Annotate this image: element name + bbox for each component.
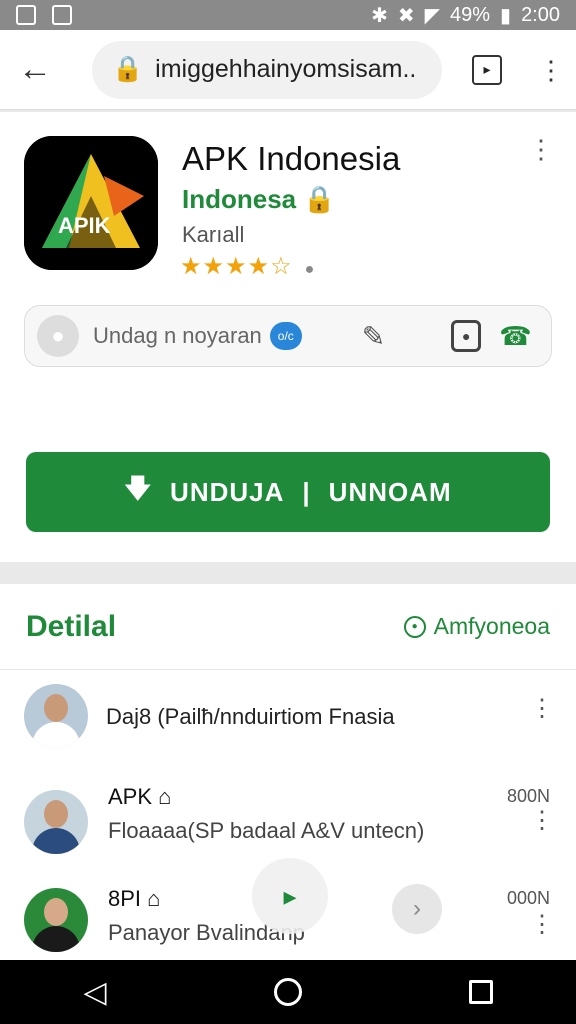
list-item-title-text: APK xyxy=(108,784,153,809)
developer-link[interactable]: Indonesa 🔒 xyxy=(182,184,336,215)
app-icon: APIK xyxy=(24,136,158,270)
list-item-title-text: 8PI xyxy=(108,886,142,911)
user-avatar-icon: ● xyxy=(37,315,79,357)
avatar xyxy=(24,684,88,748)
browser-toolbar: ← 🔒 imiggehhainyomsisam.. ▸ ⋮ xyxy=(0,30,576,110)
download-arrow-icon: 🡇 xyxy=(124,473,153,503)
comment-bar[interactable]: ● Undag n noyaran o/c ✎ ● ☎ xyxy=(24,305,552,367)
verified-icon: 🔒 xyxy=(303,184,336,214)
chat-bubble-icon[interactable]: o/c xyxy=(269,322,302,350)
download-button[interactable]: 🡇 UNDUJA | UNNOAM xyxy=(26,452,550,532)
list-item-menu-icon[interactable]: ⋮ xyxy=(530,809,554,833)
avatar-body xyxy=(32,722,80,748)
avatar-head xyxy=(44,694,68,722)
avatar-body xyxy=(32,828,80,854)
avatar-head xyxy=(44,898,68,926)
download-label-right: UNNOAM xyxy=(328,476,452,507)
gallery-icon xyxy=(52,5,72,25)
list-item-text: Daj8 (Pailħ/nnduirtiom Fnasia xyxy=(106,704,395,729)
next-button[interactable]: › xyxy=(392,884,442,934)
list-item-title: 8PI ⌂ xyxy=(108,886,160,912)
app-menu-icon[interactable]: ⋮ xyxy=(528,136,554,162)
url-text: imiggehhainyomsisam.. xyxy=(155,55,417,83)
list-item-menu-icon[interactable]: ⋮ xyxy=(530,913,554,937)
bluetooth-icon: ✱ xyxy=(371,4,388,27)
developer-name: Indonesa xyxy=(182,184,297,214)
rating-stars: ★★★★☆ ● xyxy=(180,252,315,281)
list-item-meta: 000N xyxy=(506,888,550,908)
battery-level: 49% xyxy=(450,3,491,26)
list-item-meta: 800N xyxy=(506,786,550,806)
list-item-subtitle: Floaaaa(SP badaal A&V untecn) xyxy=(108,818,425,843)
tabs-icon[interactable]: ▸ xyxy=(472,54,502,85)
address-bar[interactable]: 🔒 imiggehhainyomsisam.. xyxy=(92,40,442,99)
list-item[interactable]: Daj8 (Pailħ/nnduirtiom Fnasia ⋮ xyxy=(0,670,576,770)
wifi-icon: ◤ xyxy=(424,4,441,27)
comment-placeholder: Undag n noyaran xyxy=(93,323,262,348)
location-pin-icon: ● xyxy=(403,615,426,638)
detail-header: Detilal ● Amfyoneoa xyxy=(0,584,576,670)
chevron-right-icon: › xyxy=(413,895,421,922)
mute-icon: ✖ xyxy=(397,4,415,27)
download-separator: | xyxy=(302,476,311,507)
recents-square-icon[interactable] xyxy=(468,980,493,1004)
list-item-title: APK ⌂ xyxy=(108,784,171,810)
detail-title: Detilal xyxy=(26,609,117,643)
edit-pen-icon[interactable]: ✎ xyxy=(362,320,385,353)
lock-icon[interactable]: ● xyxy=(451,320,482,352)
app-category: Karıall xyxy=(182,222,245,247)
clock: 2:00 xyxy=(521,3,560,26)
lock-icon: 🔒 xyxy=(112,55,144,83)
app-card: APIK APK Indonesia Indonesa 🔒 Karıall ★★… xyxy=(0,112,576,562)
stars-text: ★★★★☆ xyxy=(180,253,293,280)
battery-icon: ▮ xyxy=(500,4,512,27)
avatar xyxy=(24,790,88,854)
back-arrow-icon[interactable]: ← xyxy=(18,50,62,89)
status-bar: ✱ ✖ ◤ 49% ▮ 2:00 xyxy=(0,0,576,30)
home-icon: ⌂ xyxy=(158,784,172,809)
notification-icon xyxy=(16,5,36,25)
avatar-body xyxy=(32,926,80,952)
phone-icon[interactable]: ☎ xyxy=(499,321,531,352)
app-logo-icon: APIK xyxy=(24,136,158,270)
avatar-head xyxy=(44,800,68,828)
list-item-menu-icon[interactable]: ⋮ xyxy=(530,697,554,721)
location-label: Amfyoneoa xyxy=(433,613,550,639)
separator-dot: ● xyxy=(304,261,316,278)
browser-menu-icon[interactable]: ⋮ xyxy=(538,57,564,83)
home-circle-icon[interactable] xyxy=(273,978,302,1006)
play-button[interactable]: ▸ xyxy=(252,858,328,934)
back-triangle-icon[interactable]: ◁ xyxy=(83,975,106,1010)
play-icon: ▸ xyxy=(283,880,297,911)
avatar xyxy=(24,888,88,952)
system-nav-bar: ◁ xyxy=(0,960,576,1024)
home-icon: ⌂ xyxy=(147,886,161,911)
app-title: APK Indonesia xyxy=(182,140,401,177)
app-icon-label: APIK xyxy=(58,213,111,238)
download-label-left: UNDUJA xyxy=(170,476,285,507)
location-link[interactable]: ● Amfyoneoa xyxy=(403,613,550,640)
